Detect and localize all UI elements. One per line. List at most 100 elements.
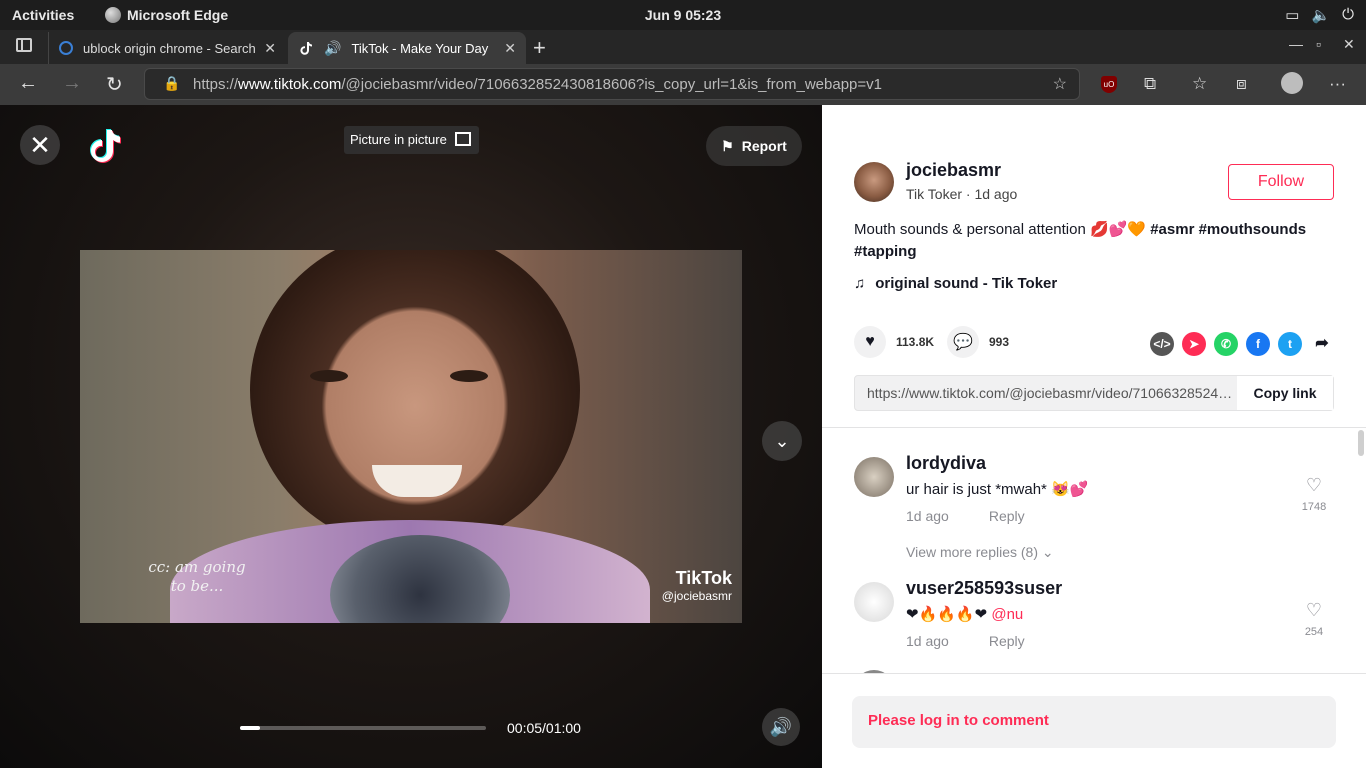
reply-button[interactable]: Reply [989,633,1025,649]
copy-link-button[interactable]: Copy link [1237,376,1333,410]
comment-item: vuser258593suser ❤🔥🔥🔥❤ @nu 1d ago Reply ♡… [854,578,1334,658]
copy-link-box: https://www.tiktok.com/@jociebasmr/video… [854,375,1334,411]
comment-like-count: 1748 [1301,501,1327,513]
author-subtitle: Tik Toker · 1d ago [906,186,1018,202]
author-avatar[interactable] [854,162,894,202]
video-detail [450,370,488,382]
comment-icon[interactable]: 💬 [947,326,979,358]
tab-title: TikTok - Make Your Day [351,40,489,56]
commenter-name[interactable]: lordydiva [906,453,986,474]
time-display: 00:05/01:00 [507,720,581,736]
volume-button[interactable]: 🔊 [762,708,800,746]
close-tab-icon[interactable]: ✕ [504,40,516,57]
forward-icon[interactable]: → [62,72,82,95]
report-button[interactable]: ⚑ Report [706,126,802,166]
commenter-avatar[interactable] [854,582,894,622]
tab-title: ublock origin chrome - Search [83,40,256,56]
more-menu-icon[interactable]: ··· [1329,74,1346,94]
ublock-extension-icon[interactable]: uO [1101,76,1117,93]
video-watermark: TikTok @jociebasmr [662,568,732,603]
comment-like-count: 254 [1304,626,1324,638]
search-icon [59,41,73,55]
speaker-icon[interactable]: 🔊 [324,40,341,57]
new-tab-button[interactable]: + [533,35,546,61]
url-text[interactable]: https://www.tiktok.com/@jociebasmr/video… [193,76,882,93]
comment-text: ❤🔥🔥🔥❤ @nu [906,605,1023,623]
favorites-icon[interactable]: ☆ [1192,74,1207,94]
report-label: Report [741,138,787,154]
comment-list[interactable]: lordydiva ur hair is just *mwah* 😻💕 1d a… [822,428,1366,673]
login-to-comment[interactable]: Please log in to comment [852,696,1336,748]
back-icon[interactable]: ← [18,72,38,95]
comment-item: lordydiva ur hair is just *mwah* 😻💕 1d a… [854,453,1334,533]
tab-strip: ublock origin chrome - Search ✕ 🔊 TikTok… [0,30,1366,64]
comment-meta: 1d ago Reply [906,508,1025,524]
watermark-user: @jociebasmr [661,589,732,603]
tab-actions-icon[interactable] [16,38,32,52]
lock-icon[interactable]: 🔒 [163,75,180,92]
tiktok-logo-icon[interactable] [88,127,122,167]
like-stat[interactable]: ♥ 113.8K [854,326,934,358]
scrollbar-thumb[interactable] [1358,430,1364,456]
heart-icon[interactable]: ♥ [854,326,886,358]
progress-bar[interactable] [240,726,486,730]
tab-search[interactable]: ublock origin chrome - Search ✕ [48,32,286,64]
share-link[interactable]: https://www.tiktok.com/@jociebasmr/video… [867,385,1237,401]
favorite-star-icon[interactable]: ☆ [1053,74,1067,94]
activities-button[interactable]: Activities [12,7,74,23]
app-menu[interactable]: Microsoft Edge [105,7,228,23]
tiktok-icon [300,42,312,55]
post-description: Mouth sounds & personal attention 💋💕🧡 #a… [854,219,1344,263]
tab-tiktok[interactable]: 🔊 TikTok - Make Your Day ✕ [288,32,526,64]
commenter-name[interactable]: vuser258593suser [906,578,1062,599]
video-caption: cc: am going to be... [148,558,246,595]
whatsapp-icon[interactable]: ✆ [1214,332,1238,356]
edge-icon [105,7,121,23]
view-more-label: View more replies (8) [906,544,1039,560]
heart-outline-icon[interactable]: ♡ [1294,475,1334,496]
collections-icon[interactable]: ⧈ [1236,74,1247,94]
profile-avatar[interactable] [1281,72,1303,94]
share-arrow-icon[interactable]: ➦ [1310,332,1334,356]
mention-link[interactable]: @nu [991,606,1023,623]
view-more-replies[interactable]: View more replies (8) ⌄ [906,544,1054,561]
next-video-button[interactable]: ⌄ [762,421,802,461]
extensions-icon[interactable]: ⧉ [1144,74,1156,94]
commenter-avatar[interactable] [854,457,894,497]
watermark-brand: TikTok [675,568,732,588]
volume-icon[interactable]: 🔈 [1311,6,1330,24]
reload-icon[interactable]: ↻ [106,72,123,97]
picture-in-picture-button[interactable]: Picture in picture [344,126,479,154]
address-bar[interactable]: 🔒 https://www.tiktok.com/@jociebasmr/vid… [144,68,1080,100]
sound-link[interactable]: ♫ original sound - Tik Toker [854,275,1057,292]
comment-age: 1d ago [906,633,949,649]
close-tab-icon[interactable]: ✕ [264,40,276,57]
like-count: 113.8K [896,335,935,349]
comment-stat[interactable]: 💬 993 [947,326,1009,358]
follow-button[interactable]: Follow [1228,164,1334,200]
close-video-button[interactable]: ✕ [20,125,60,165]
pip-label: Picture in picture [350,132,447,147]
close-window-icon[interactable]: ✕ [1343,36,1355,53]
chevron-down-icon: ⌄ [1041,544,1054,560]
browser-toolbar: ← → ↻ 🔒 https://www.tiktok.com/@jociebas… [0,64,1366,105]
author-name[interactable]: jociebasmr [906,160,1001,181]
video-frame[interactable]: cc: am going to be... TikTok @jociebasmr [80,250,742,623]
maximize-icon[interactable]: ▫ [1316,36,1321,52]
comment-body: ❤🔥🔥🔥❤ [906,606,988,623]
reply-button[interactable]: Reply [989,508,1025,524]
screen-icon[interactable]: ▭ [1285,6,1299,24]
pip-icon [455,132,471,146]
embed-icon[interactable]: </> [1150,332,1174,356]
facebook-icon[interactable]: f [1246,332,1270,356]
video-detail [310,370,348,382]
power-icon[interactable]: ⏻ [1342,6,1354,24]
minimize-icon[interactable]: — [1289,36,1303,52]
system-tray[interactable]: ▭ 🔈 ⏻ [1285,6,1354,24]
heart-outline-icon[interactable]: ♡ [1294,600,1334,621]
send-to-friends-icon[interactable]: ➤ [1182,332,1206,356]
progress-fill [240,726,261,730]
video-subject [250,250,580,550]
post-panel: jociebasmr Tik Toker · 1d ago Follow Mou… [822,105,1366,768]
twitter-icon[interactable]: t [1278,332,1302,356]
